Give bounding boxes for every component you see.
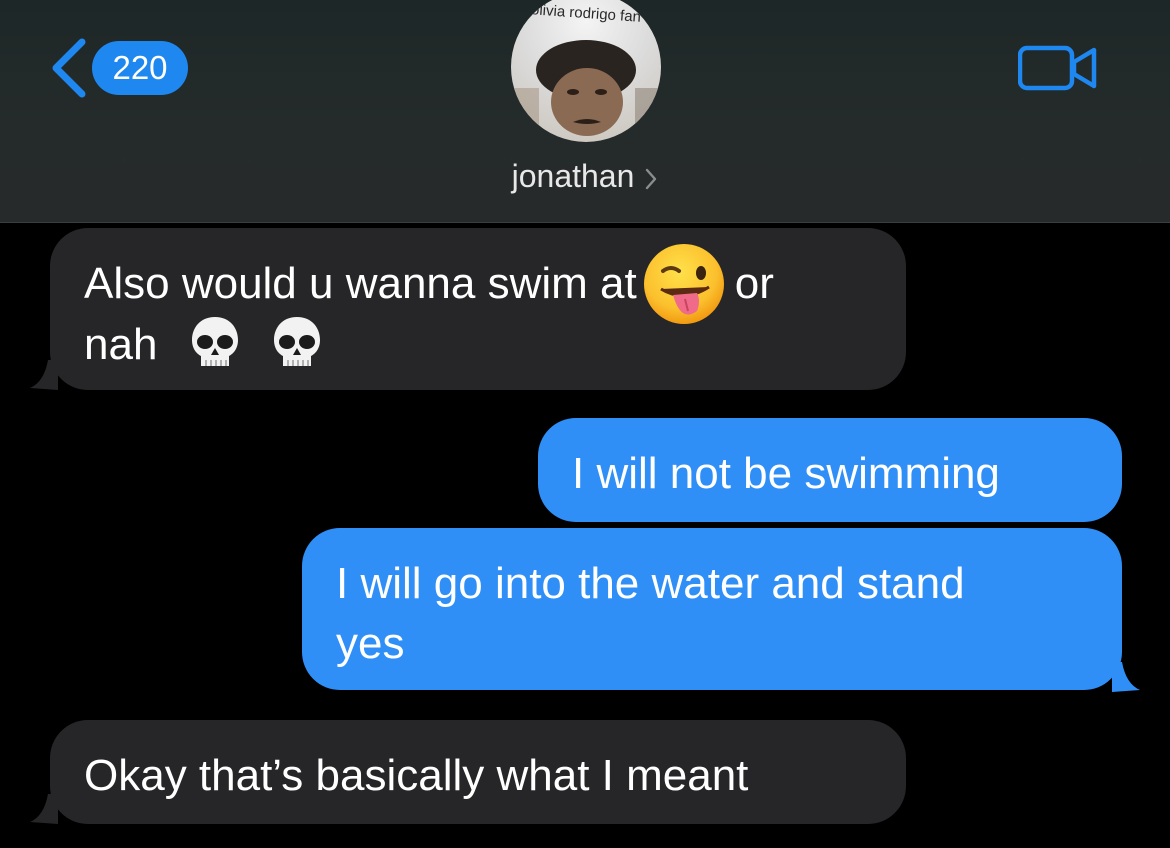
contact-avatar[interactable]: olivia rodrigo fan	[511, 0, 661, 142]
contact-name: jonathan	[511, 158, 635, 194]
message-text: nah	[84, 320, 158, 370]
messages-screen: 220 olivia rodrigo fan jonathan Also wou…	[0, 0, 1170, 848]
skull-icon	[191, 316, 238, 366]
message-bubble-incoming[interactable]: Also would u wanna swim at or nah	[50, 228, 906, 390]
contact-name-button[interactable]: jonathan	[0, 154, 1170, 198]
back-button[interactable]: 220	[44, 36, 188, 100]
conversation-header: 220 olivia rodrigo fan jonathan	[0, 0, 1170, 223]
message-text: Okay that’s basically what I meant	[84, 751, 749, 800]
message-text: or	[734, 259, 774, 308]
chevron-right-icon	[646, 168, 657, 189]
video-camera-icon[interactable]	[1018, 44, 1098, 92]
message-line: I will go into the water and stand	[336, 554, 1088, 614]
winking-face-with-tongue-icon	[643, 244, 724, 325]
bubble-tail-incoming	[30, 794, 58, 824]
message-line: yes	[336, 614, 1088, 674]
message-text: I will not be swimming	[572, 449, 1000, 498]
bubble-tail-incoming	[30, 360, 58, 390]
chevron-left-icon	[52, 38, 86, 98]
message-bubble-outgoing[interactable]: I will go into the water and stand yes	[302, 528, 1122, 690]
message-bubble-incoming[interactable]: Okay that’s basically what I meant	[50, 720, 906, 824]
skull-icon	[273, 316, 320, 366]
message-text: Also would u wanna swim at	[84, 259, 637, 308]
message-text: yes	[336, 619, 405, 668]
message-line: Also would u wanna swim at or	[84, 244, 872, 325]
message-text: I will go into the water and stand	[336, 559, 965, 608]
message-line: nah	[84, 315, 872, 375]
bubble-tail-outgoing	[1112, 662, 1140, 692]
unread-count-badge: 220	[92, 41, 188, 95]
message-bubble-outgoing[interactable]: I will not be swimming	[538, 418, 1122, 522]
